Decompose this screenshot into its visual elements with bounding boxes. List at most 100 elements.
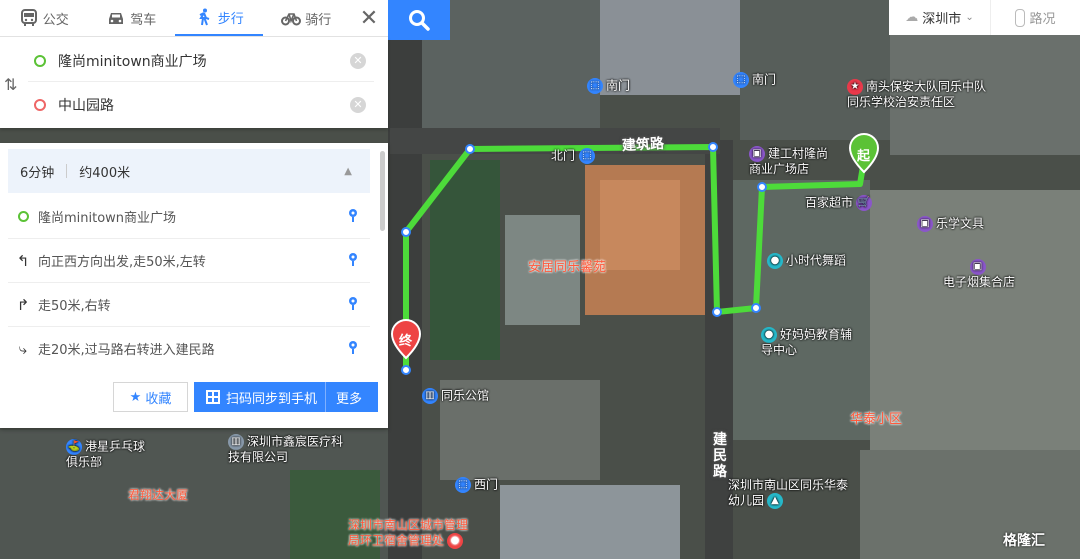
poi-label: 北门 [551, 148, 576, 163]
kindergarten-icon: ▲ [767, 493, 784, 509]
poi-xinchen[interactable]: ▥ 深圳市鑫宸医疗科技有限公司 [228, 434, 348, 465]
scrollbar[interactable] [380, 151, 385, 231]
search-icon [409, 10, 430, 31]
step-row[interactable]: ↱ 走50米,右转 [8, 283, 370, 327]
poi-dance[interactable]: ● 小时代舞蹈 [767, 253, 846, 269]
end-field[interactable]: 中山园路 ✕ [28, 85, 374, 125]
star-icon: ★ [129, 389, 142, 405]
step-text: 走20米,过马路右转进入建民路 [38, 343, 215, 358]
locate-pin-icon[interactable] [348, 296, 358, 310]
mode-label-walk: 步行 [217, 11, 244, 27]
collapse-icon[interactable]: ▲ [332, 166, 364, 177]
poi-north-gate[interactable]: 北门 ⬚ [551, 148, 598, 164]
step-text: 走50米,右转 [38, 299, 111, 314]
poi-baijia[interactable]: 百家超市 🛒 [805, 195, 875, 211]
city-selector[interactable]: ☁ 深圳市 ⌄ [889, 0, 991, 35]
sync-to-phone-button[interactable]: 扫码同步到手机 更多 [194, 382, 378, 412]
route-result-panel: 6分钟 约400米 ▲ 隆尚minitown商业广场 ↰ 向正西方向出发,走50… [0, 143, 388, 428]
mode-label-bike: 骑行 [305, 12, 332, 28]
mode-tab-walk[interactable]: 步行 [175, 0, 263, 36]
poi-tongle-gongguan[interactable]: ▥ 同乐公馆 [422, 388, 489, 404]
poi-police[interactable]: ★ 南头保安大队同乐中队同乐学校治安责任区 [847, 79, 997, 110]
travel-mode-bar: 公交 驾车 步行 骑行 ✕ [0, 0, 388, 37]
turn-right-icon: ↱ [16, 295, 30, 314]
start-field[interactable]: 隆尚minitown商业广场 ✕ [28, 41, 374, 82]
poi-kindergarten[interactable]: 深圳市南山区同乐华泰幼儿园 ▲ [728, 478, 848, 509]
search-button[interactable] [388, 0, 450, 40]
route-input-box: ⇅ 隆尚minitown商业广场 ✕ 中山园路 ✕ [0, 37, 388, 128]
waypoint [751, 303, 761, 313]
shop-icon: ▣ [969, 259, 986, 275]
bike-icon [281, 13, 302, 26]
poi-sanitation[interactable]: 深圳市南山区城市管理局环卫宿舍管理处 ● [348, 518, 472, 549]
route-time: 6分钟 [20, 165, 55, 181]
car-icon [109, 13, 124, 24]
sync-button-main[interactable]: 扫码同步到手机 [194, 382, 327, 412]
favorite-button[interactable]: ★ 收藏 [113, 382, 188, 412]
poi-label: 同乐公馆 [441, 388, 490, 403]
poi-label: 南门 [752, 72, 777, 87]
gate-icon: ⬚ [733, 72, 749, 88]
city-label: 深圳市 [922, 12, 962, 27]
chevron-down-icon: ⌄ [965, 12, 974, 23]
poi-label: 南头保安大队同乐中队同乐学校治安责任区 [847, 79, 987, 110]
poi-label: 百家超市 [805, 195, 854, 210]
mode-label-bus: 公交 [42, 12, 69, 28]
waypoint [465, 144, 475, 154]
poi-south-gate[interactable]: ⬚ 南门 [587, 78, 630, 94]
poi-education[interactable]: ● 好妈妈教育辅导中心 [761, 327, 856, 358]
traffic-label: 路况 [1029, 12, 1056, 27]
poi-pingpong[interactable]: ⛳ 港星乒乓球俱乐部 [66, 439, 156, 470]
route-summary[interactable]: 6分钟 约400米 ▲ [8, 149, 370, 193]
poi-label: 西门 [474, 477, 499, 492]
locate-pin-icon[interactable] [348, 208, 358, 222]
turn-left-icon: ↰ [16, 251, 30, 270]
step-text: 向正西方向出发,走50米,左转 [38, 255, 206, 270]
traffic-toggle[interactable]: 路况 [991, 0, 1080, 35]
location-icon: ● [761, 327, 777, 343]
waypoint [401, 365, 411, 375]
watermark-logo: 格隆汇 [1003, 533, 1045, 549]
close-icon: ✕ [359, 5, 379, 31]
location-pin-icon: ● [447, 533, 464, 549]
start-dot-icon [34, 55, 46, 67]
poi-anju[interactable]: 安居同乐馨苑 [528, 260, 606, 275]
mode-tab-bike[interactable]: 骑行 [263, 0, 351, 36]
step-row[interactable]: ↰ 向正西方向出发,走50米,左转 [8, 239, 370, 283]
start-marker-label: 起 [857, 149, 871, 164]
mode-tab-car[interactable]: 驾车 [88, 0, 176, 36]
poi-huatai[interactable]: 华泰小区 [850, 412, 902, 427]
poi-longshang[interactable]: ▣ 建工村隆尚商业广场店 [749, 146, 839, 177]
poi-ecig[interactable]: ▣ 电子烟集合店 [934, 259, 1024, 290]
qr-grid-icon [206, 390, 220, 404]
poi-label: 乐学文具 [936, 216, 985, 231]
gate-icon: ⬚ [579, 148, 596, 164]
gate-icon: ⬚ [587, 78, 603, 94]
clear-start-icon[interactable]: ✕ [350, 53, 366, 69]
close-button[interactable]: ✕ [350, 0, 388, 36]
route-distance: 约400米 [79, 165, 131, 181]
poi-west-gate[interactable]: ⬚ 西门 [455, 477, 498, 493]
locate-pin-icon[interactable] [348, 252, 358, 266]
clear-end-icon[interactable]: ✕ [350, 97, 366, 113]
road-label-jianmin: 建民路 [713, 432, 727, 480]
mode-label-car: 驾车 [130, 12, 157, 28]
favorite-label: 收藏 [145, 391, 172, 407]
step-row[interactable]: 隆尚minitown商业广场 [8, 195, 370, 239]
poi-lexue[interactable]: ▣ 乐学文具 [917, 216, 984, 232]
road-label-jianzhu: 建筑路 [621, 135, 665, 155]
poi-junxiangda[interactable]: 君翔达大厦 [128, 488, 188, 503]
bus-icon [20, 9, 37, 26]
sports-icon: ⛳ [66, 439, 82, 455]
poi-south-gate-2[interactable]: ⬚ 南门 [733, 72, 776, 88]
swap-icon[interactable]: ⇅ [4, 75, 17, 94]
step-text: 隆尚minitown商业广场 [38, 211, 177, 226]
step-row[interactable]: ⤷ 走20米,过马路右转进入建民路 [8, 327, 370, 370]
mode-tab-bus[interactable]: 公交 [0, 0, 88, 36]
end-dot-icon [34, 99, 46, 111]
shop-icon: ▣ [917, 216, 933, 232]
poi-label: 电子烟集合店 [942, 275, 1015, 289]
start-field-value: 隆尚minitown商业广场 [58, 54, 207, 70]
locate-pin-icon[interactable] [348, 340, 358, 354]
more-button[interactable]: 更多 [326, 388, 372, 407]
